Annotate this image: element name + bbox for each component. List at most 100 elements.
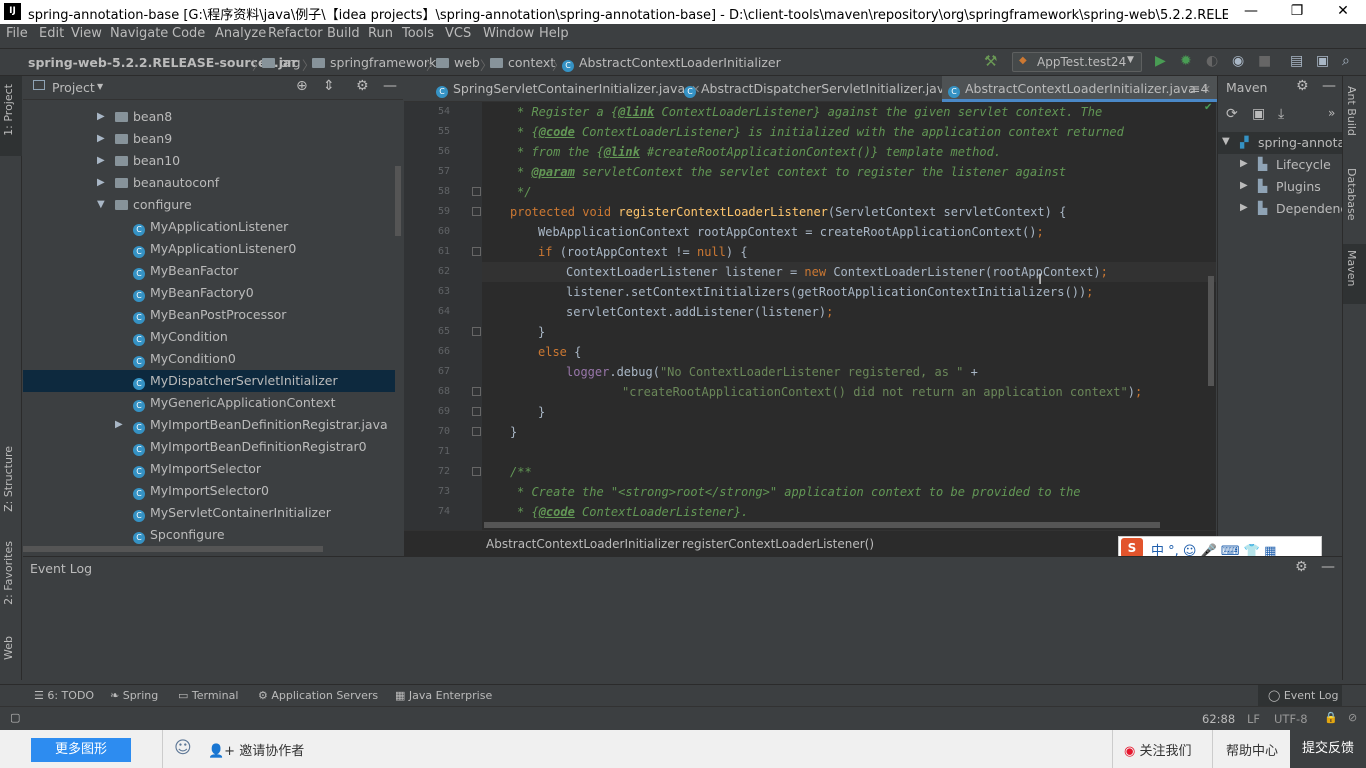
tool-event-log[interactable]: ◯ Event Log: [1258, 685, 1342, 706]
tree-row[interactable]: C MyApplicationListener: [23, 216, 395, 238]
fold-marker-icon[interactable]: [472, 207, 481, 216]
submit-feedback-button[interactable]: 提交反馈: [1290, 730, 1366, 768]
tree-row[interactable]: C MyCondition0: [23, 348, 395, 370]
code-line-60[interactable]: WebApplicationContext rootAppContext = c…: [538, 222, 1044, 242]
code-line-63[interactable]: listener.setContextInitializers(getRootA…: [566, 282, 1093, 302]
code-line-69[interactable]: }: [538, 402, 545, 422]
line-separator[interactable]: LF: [1247, 712, 1260, 726]
menu-view[interactable]: View: [71, 26, 102, 41]
tree-row[interactable]: C MyBeanPostProcessor: [23, 304, 395, 326]
tool-terminal[interactable]: ▭ Terminal: [178, 689, 238, 702]
gear-icon[interactable]: ⚙: [1296, 78, 1309, 94]
tool-tab-ant-build[interactable]: Ant Build: [1345, 86, 1358, 136]
hide-panel-icon[interactable]: —: [1322, 78, 1336, 94]
more-shapes-button[interactable]: 更多图形: [31, 738, 131, 762]
tab-overflow-button[interactable]: ≡4: [1184, 76, 1214, 102]
maven-item-plugins[interactable]: ▶ ▙ Plugins: [1218, 176, 1342, 198]
tree-row[interactable]: C MyBeanFactor: [23, 260, 395, 282]
code-line-70[interactable]: }: [510, 422, 517, 442]
code-line-61[interactable]: if (rootAppContext != null) {: [538, 242, 748, 262]
code-line-55[interactable]: * {@code ContextLoaderListener} is initi…: [517, 122, 1124, 142]
close-button[interactable]: ✕: [1320, 0, 1366, 24]
maven-item-lifecycle[interactable]: ▶ ▙ Lifecycle: [1218, 154, 1342, 176]
breadcrumb-method[interactable]: registerContextLoaderListener(): [682, 537, 874, 551]
code-line-68[interactable]: "createRootApplicationContext() did not …: [622, 382, 1142, 402]
code-line-57[interactable]: * @param servletContext the servlet cont…: [517, 162, 1066, 182]
gear-icon[interactable]: ⚙: [1295, 559, 1308, 575]
tab-abstract-dispatcher-servlet-initializer[interactable]: C AbstractDispatcherServletInitializer.ja…: [678, 76, 973, 102]
menu-refactor[interactable]: Refactor: [268, 26, 323, 41]
code-line-67[interactable]: logger.debug("No ContextLoaderListener r…: [566, 362, 978, 382]
fold-marker-icon[interactable]: [472, 387, 481, 396]
tree-row[interactable]: C MyImportSelector0: [23, 480, 395, 502]
tree-row[interactable]: ▶ C MyImportBeanDefinitionRegistrar.java: [23, 414, 395, 436]
build-hammer-icon[interactable]: ⚒: [984, 52, 997, 70]
add-maven-project-icon[interactable]: ▣: [1252, 106, 1265, 122]
locate-icon[interactable]: ⊕: [296, 78, 308, 94]
code-line-62[interactable]: ContextLoaderListener listener = new Con…: [566, 262, 1108, 282]
hide-panel-icon[interactable]: —: [383, 78, 397, 94]
tree-row[interactable]: C MyBeanFactory0: [23, 282, 395, 304]
expand-arrow[interactable]: ▶: [115, 414, 127, 436]
help-center-button[interactable]: 帮助中心: [1226, 740, 1278, 759]
code-line-72[interactable]: /**: [510, 462, 532, 482]
expand-arrow[interactable]: ▶: [97, 172, 109, 194]
fold-marker-icon[interactable]: [472, 427, 481, 436]
project-structure-icon[interactable]: ▤: [1290, 53, 1303, 69]
expand-arrow[interactable]: ▶: [97, 106, 109, 128]
run-config-selector[interactable]: ◆ AppTest.test24 ▼: [1012, 52, 1142, 72]
stop-icon[interactable]: ■: [1258, 53, 1271, 69]
code-line-65[interactable]: }: [538, 322, 545, 342]
tree-row[interactable]: C MyApplicationListener0: [23, 238, 395, 260]
file-encoding[interactable]: UTF-8: [1274, 712, 1308, 726]
nav-crumb-springframework[interactable]: springframework: [312, 55, 436, 70]
tool-tab-favorites[interactable]: 2: Favorites: [2, 541, 15, 605]
tree-row[interactable]: ▶ beanautoconf: [23, 172, 395, 194]
expand-arrow[interactable]: ▼: [97, 194, 109, 216]
editor-scrollbar[interactable]: [1208, 276, 1214, 386]
lock-icon[interactable]: 🔒: [1324, 711, 1338, 724]
tree-scrollbar[interactable]: [395, 166, 401, 236]
fold-marker-icon[interactable]: [472, 467, 481, 476]
code-line-74[interactable]: * {@code ContextLoaderListener}.: [517, 502, 748, 522]
menu-help[interactable]: Help: [539, 26, 569, 41]
tree-row[interactable]: C MyImportSelector: [23, 458, 395, 480]
coverage-icon[interactable]: ◐: [1206, 53, 1218, 69]
maximize-button[interactable]: ❐: [1274, 0, 1320, 24]
menu-code[interactable]: Code: [172, 26, 205, 41]
chevron-down-icon[interactable]: ▼: [97, 82, 103, 91]
tree-row[interactable]: C MyServletContainerInitializer: [23, 502, 395, 524]
download-icon[interactable]: ⤓: [1278, 106, 1284, 122]
tool-application-servers[interactable]: ⚙ Application Servers: [258, 689, 378, 702]
nav-crumb-context[interactable]: context: [490, 55, 555, 70]
fold-marker-icon[interactable]: [472, 327, 481, 336]
fold-marker-icon[interactable]: [472, 187, 481, 196]
nav-class[interactable]: C AbstractContextLoaderInitializer: [562, 55, 781, 72]
tool-tab-database[interactable]: Database: [1345, 168, 1358, 221]
menu-run[interactable]: Run: [368, 26, 393, 41]
layout-icon[interactable]: ▣: [1316, 53, 1329, 69]
menu-vcs[interactable]: VCS: [445, 26, 471, 41]
hide-panel-icon[interactable]: —: [1321, 559, 1335, 575]
tree-row[interactable]: C MyDispatcherServletInitializer: [23, 370, 395, 392]
tab-spring-servlet-container-initializer[interactable]: CSpringServletContainerInitializer.java✕: [430, 76, 706, 102]
tree-row[interactable]: ▶ bean8: [23, 106, 395, 128]
tree-hscrollbar[interactable]: [23, 546, 323, 552]
code-line-64[interactable]: servletContext.addListener(listener);: [566, 302, 833, 322]
breadcrumb-class[interactable]: AbstractContextLoaderInitializer: [486, 537, 680, 551]
maven-item-dependencies[interactable]: ▶ ▙ Dependencies: [1218, 198, 1342, 220]
gear-icon[interactable]: ⚙: [356, 78, 369, 94]
tool-tab-maven[interactable]: Maven: [1345, 250, 1358, 286]
fold-marker-icon[interactable]: [472, 247, 481, 256]
code-line-66[interactable]: else {: [538, 342, 581, 362]
menu-tools[interactable]: Tools: [402, 26, 434, 41]
minimize-button[interactable]: —: [1228, 0, 1274, 24]
expand-arrow[interactable]: ▶: [97, 128, 109, 150]
tree-row[interactable]: C MyGenericApplicationContext: [23, 392, 395, 414]
toggle-tool-windows-icon[interactable]: ▢: [10, 711, 20, 724]
tool-tab-web[interactable]: Web: [2, 636, 15, 660]
menu-file[interactable]: File: [6, 26, 28, 41]
code-line-73[interactable]: * Create the "<strong>root</strong>" app…: [517, 482, 1081, 502]
memory-indicator-icon[interactable]: ⊘: [1348, 711, 1357, 724]
profile-icon[interactable]: ◉: [1232, 53, 1244, 69]
